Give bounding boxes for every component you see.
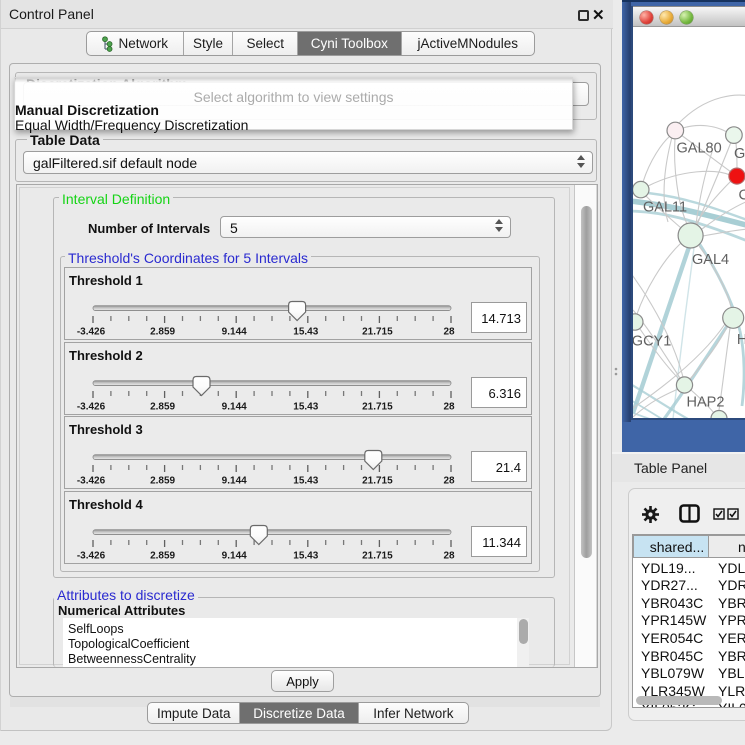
svg-text:GCY1: GCY1	[633, 334, 671, 350]
svg-text:GAL7: GAL7	[734, 146, 745, 162]
svg-text:28: 28	[443, 550, 455, 561]
svg-text:HIS: HIS	[737, 332, 745, 348]
svg-text:GAL4: GAL4	[692, 252, 729, 268]
svg-text:GAL11: GAL11	[643, 200, 687, 216]
svg-text:9.144: 9.144	[222, 476, 247, 487]
svg-text:28: 28	[443, 476, 455, 487]
svg-text:21.715: 21.715	[362, 550, 393, 561]
svg-text:9.144: 9.144	[222, 550, 247, 561]
svg-text:15.43: 15.43	[293, 476, 318, 487]
svg-text:15.43: 15.43	[293, 327, 318, 338]
svg-text:21.715: 21.715	[362, 476, 393, 487]
svg-text:CDC: CDC	[739, 188, 745, 204]
svg-text:-3.426: -3.426	[77, 401, 106, 412]
svg-text:21.715: 21.715	[362, 327, 393, 338]
svg-text:2.859: 2.859	[150, 401, 175, 412]
svg-text:9.144: 9.144	[222, 401, 247, 412]
svg-text:2.859: 2.859	[150, 476, 175, 487]
svg-text:-3.426: -3.426	[77, 550, 106, 561]
svg-text:21.715: 21.715	[362, 401, 393, 412]
svg-text:15.43: 15.43	[293, 550, 318, 561]
svg-text:-3.426: -3.426	[77, 327, 106, 338]
svg-text:-3.426: -3.426	[77, 476, 106, 487]
svg-text:2.859: 2.859	[150, 550, 175, 561]
svg-text:9.144: 9.144	[222, 327, 247, 338]
svg-text:15.43: 15.43	[293, 401, 318, 412]
svg-text:HAP2: HAP2	[687, 395, 725, 411]
svg-text:GAL80: GAL80	[677, 141, 722, 157]
svg-text:28: 28	[443, 327, 455, 338]
svg-text:2.859: 2.859	[150, 327, 175, 338]
svg-text:28: 28	[443, 401, 455, 412]
